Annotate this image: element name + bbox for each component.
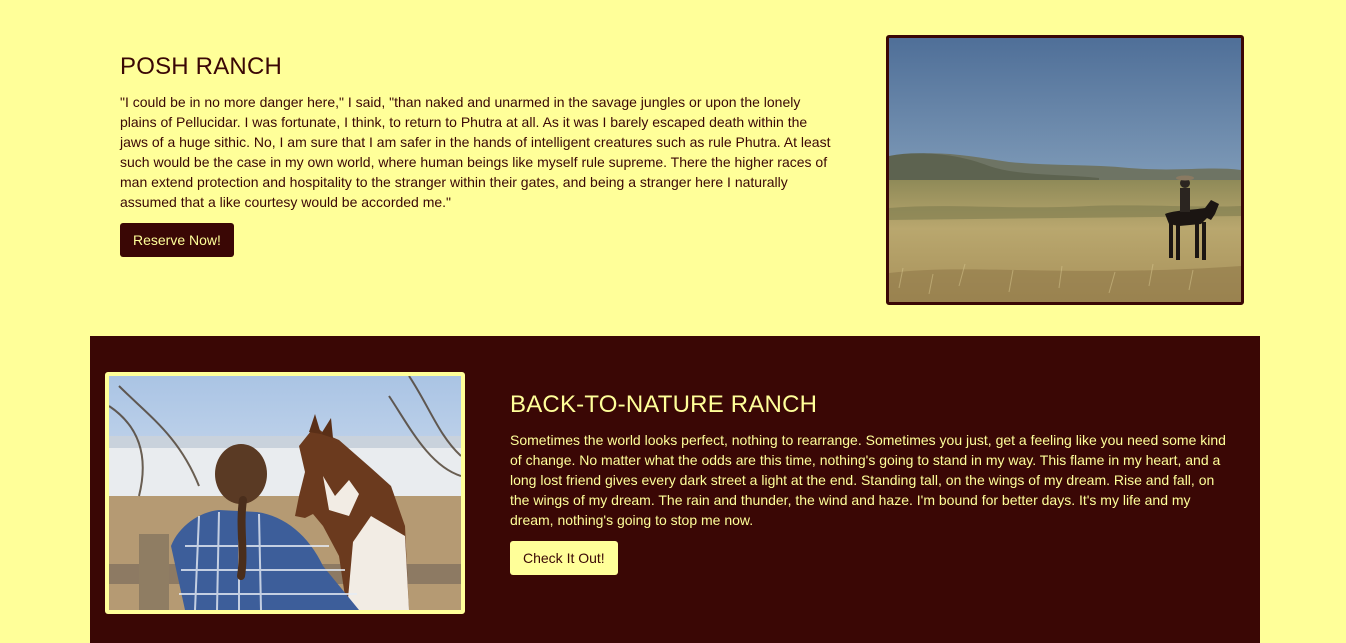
page: POSH RANCH "I could be in no more danger… [0,0,1346,643]
back-to-nature-content: BACK-TO-NATURE RANCH Sometimes the world… [510,390,1230,575]
posh-ranch-description: "I could be in no more danger here," I s… [120,94,831,210]
check-it-out-button[interactable]: Check It Out! [510,541,618,575]
rider-on-horse-photo [886,35,1244,305]
posh-ranch-section: POSH RANCH "I could be in no more danger… [0,0,1346,336]
posh-ranch-title: POSH RANCH [120,53,283,80]
woman-with-horse-photo [105,372,465,614]
back-to-nature-description: Sometimes the world looks perfect, nothi… [510,432,1226,528]
back-to-nature-title: BACK-TO-NATURE RANCH [510,391,818,418]
reserve-now-button[interactable]: Reserve Now! [120,223,234,257]
posh-ranch-content: POSH RANCH "I could be in no more danger… [120,52,840,257]
